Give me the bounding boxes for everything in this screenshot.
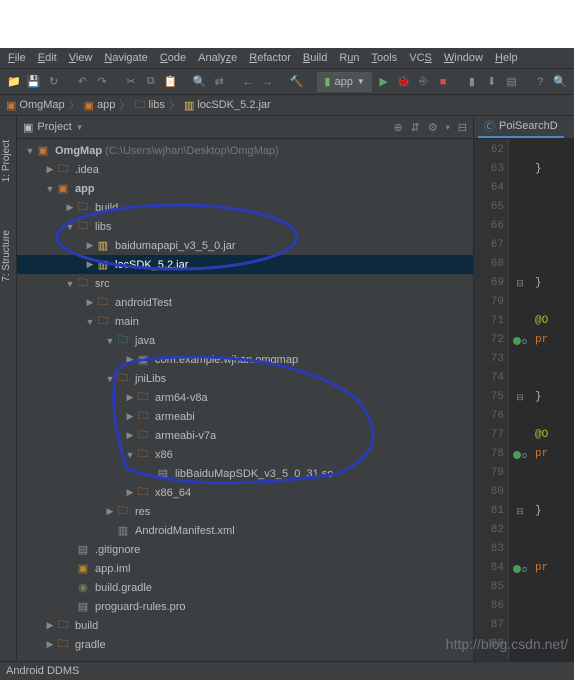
gear-icon[interactable]: ⚙ [428, 121, 438, 134]
tree-buildgradle[interactable]: ◉build.gradle [17, 578, 473, 597]
watermark: http://blog.csdn.net/ [446, 636, 568, 652]
search-icon[interactable]: 🔍 [552, 74, 568, 90]
menu-window[interactable]: Window [438, 52, 489, 64]
help-icon[interactable]: ? [532, 74, 548, 90]
tree-jnilibs[interactable]: 🗀jniLibs [17, 369, 473, 388]
redo-icon[interactable]: ↷ [94, 74, 110, 90]
copy-icon[interactable]: ⧉ [143, 74, 159, 90]
cut-icon[interactable]: ✂ [123, 74, 139, 90]
status-left[interactable]: Android DDMS [6, 665, 79, 677]
tree-main[interactable]: 🗀main [17, 312, 473, 331]
tool-window-bar-left: 1: Project 7: Structure [0, 116, 17, 661]
tree-build2[interactable]: 🗀build [17, 616, 473, 635]
menu-code[interactable]: Code [154, 52, 192, 64]
avd-icon[interactable]: ▮ [464, 74, 480, 90]
debug-icon[interactable]: 🐞 [396, 74, 412, 90]
find-icon[interactable]: 🔍 [191, 74, 207, 90]
tree-appiml[interactable]: ▣app.iml [17, 559, 473, 578]
menu-analyze[interactable]: Analyze [192, 52, 243, 64]
project-panel-title: Project [37, 121, 71, 133]
tree-manifest[interactable]: ▥AndroidManifest.xml [17, 521, 473, 540]
tree-jar1[interactable]: ▥baidumapapi_v3_5_0.jar [17, 236, 473, 255]
menu-navigate[interactable]: Navigate [98, 52, 153, 64]
tree-armeabiv7[interactable]: 🗀armeabi-v7a [17, 426, 473, 445]
statusbar: Android DDMS [0, 661, 574, 680]
chevron-down-icon[interactable]: ▼ [76, 123, 84, 132]
replace-icon[interactable]: ⇄ [211, 74, 227, 90]
stop-icon[interactable]: ■ [435, 74, 451, 90]
tree-jar2[interactable]: ▥locSDK_5.2.jar [17, 255, 473, 274]
tree-armeabi[interactable]: 🗀armeabi [17, 407, 473, 426]
run-config-selector[interactable]: ▮ app ▼ [317, 72, 371, 92]
collapse-icon[interactable]: ⇵ [411, 121, 420, 134]
tree-x86[interactable]: 🗀x86 [17, 445, 473, 464]
project-tool-window: ▣ Project ▼ ⊕ ⇵ ⚙▾ ⊟ ▣O [17, 116, 474, 661]
tree-root[interactable]: ▣OmgMap (C:\Users\wjhan\Desktop\OmgMap) [17, 141, 473, 160]
forward-icon[interactable]: → [260, 74, 276, 90]
editor-tab-label: PoiSearchD [499, 120, 558, 132]
tree-gradle[interactable]: 🗀gradle [17, 635, 473, 654]
tree-idea[interactable]: 🗀.idea [17, 160, 473, 179]
sidebar-tab-structure[interactable]: 7: Structure [0, 226, 13, 286]
tree-app[interactable]: ▣app [17, 179, 473, 198]
chevron-down-icon: ▼ [357, 77, 365, 86]
tree-androidtest[interactable]: 🗀androidTest [17, 293, 473, 312]
sdk-icon[interactable]: ⬇ [484, 74, 500, 90]
editor-tabs: Ⓒ PoiSearchD [474, 116, 574, 139]
menu-view[interactable]: View [63, 52, 99, 64]
menu-edit[interactable]: Edit [32, 52, 63, 64]
run-icon[interactable]: ▶ [376, 74, 392, 90]
run-config-name: app [334, 76, 352, 88]
code-area[interactable]: } } @O pr } @O pr } pr [531, 139, 574, 661]
tree-res[interactable]: 🗀res [17, 502, 473, 521]
android-icon: ▮ [324, 75, 330, 88]
breadcrumb-libs[interactable]: 🗀libs [134, 96, 165, 115]
breadcrumb: ▣OmgMap 〉 ▣app 〉 🗀libs 〉 ▥locSDK_5.2.jar [0, 95, 574, 116]
project-view-icon: ▣ [23, 121, 33, 134]
monitor-icon[interactable]: ▤ [504, 74, 520, 90]
menu-build[interactable]: Build [297, 52, 333, 64]
tree-libs[interactable]: 🗀libs [17, 217, 473, 236]
menu-vcs[interactable]: VCS [403, 52, 438, 64]
breadcrumb-jar[interactable]: ▥locSDK_5.2.jar [184, 99, 271, 112]
tree-pkg[interactable]: ▣com.example.wjhan.omgmap [17, 350, 473, 369]
attach-icon[interactable]: ⎆ [415, 74, 431, 90]
tree-x8664[interactable]: 🗀x86_64 [17, 483, 473, 502]
target-icon[interactable]: ⊕ [393, 121, 402, 134]
tree-arm64[interactable]: 🗀arm64-v8a [17, 388, 473, 407]
paste-icon[interactable]: 📋 [163, 74, 179, 90]
menu-tools[interactable]: Tools [366, 52, 404, 64]
tree-java[interactable]: 🗀java [17, 331, 473, 350]
save-icon[interactable]: 💾 [26, 74, 42, 90]
gutter: 6263646566676869707172737475767778798081… [474, 139, 509, 661]
editor-tab-poisearch[interactable]: Ⓒ PoiSearchD [478, 116, 564, 138]
tree-so[interactable]: ▤libBaiduMapSDK_v3_5_0_31.so [17, 464, 473, 483]
tree-gitignore[interactable]: ▤.gitignore [17, 540, 473, 559]
tree-build[interactable]: 🗀build [17, 198, 473, 217]
editor-body[interactable]: 6263646566676869707172737475767778798081… [474, 139, 574, 661]
sync-icon[interactable]: ↻ [46, 74, 62, 90]
tree-src[interactable]: 🗀src [17, 274, 473, 293]
open-icon[interactable]: 📁 [6, 74, 22, 90]
hide-icon[interactable]: ⊟ [458, 121, 467, 134]
breadcrumb-root[interactable]: ▣OmgMap [6, 99, 65, 112]
make-icon[interactable]: 🔨 [289, 74, 305, 90]
sidebar-tab-project[interactable]: 1: Project [0, 136, 13, 186]
project-panel-header: ▣ Project ▼ ⊕ ⇵ ⚙▾ ⊟ [17, 116, 473, 139]
menu-file[interactable]: File [2, 52, 32, 64]
project-tree[interactable]: ▣OmgMap (C:\Users\wjhan\Desktop\OmgMap) … [17, 139, 473, 661]
toolbar: 📁 💾 ↻ ↶ ↷ ✂ ⧉ 📋 🔍 ⇄ ← → 🔨 ▮ app ▼ ▶ 🐞 ⎆ … [0, 69, 574, 95]
breadcrumb-app[interactable]: ▣app [84, 99, 116, 112]
menu-help[interactable]: Help [489, 52, 524, 64]
back-icon[interactable]: ← [240, 74, 256, 90]
menu-refactor[interactable]: Refactor [243, 52, 297, 64]
java-class-icon: Ⓒ [484, 118, 495, 134]
menu-run[interactable]: Run [333, 52, 365, 64]
gutter-marks: ⊟o⊟o⊟o [509, 139, 531, 661]
undo-icon[interactable]: ↶ [74, 74, 90, 90]
editor-panel: Ⓒ PoiSearchD 626364656667686970717273747… [474, 116, 574, 661]
menu-bar: File Edit View Navigate Code Analyze Ref… [0, 48, 574, 69]
tree-proguard[interactable]: ▤proguard-rules.pro [17, 597, 473, 616]
